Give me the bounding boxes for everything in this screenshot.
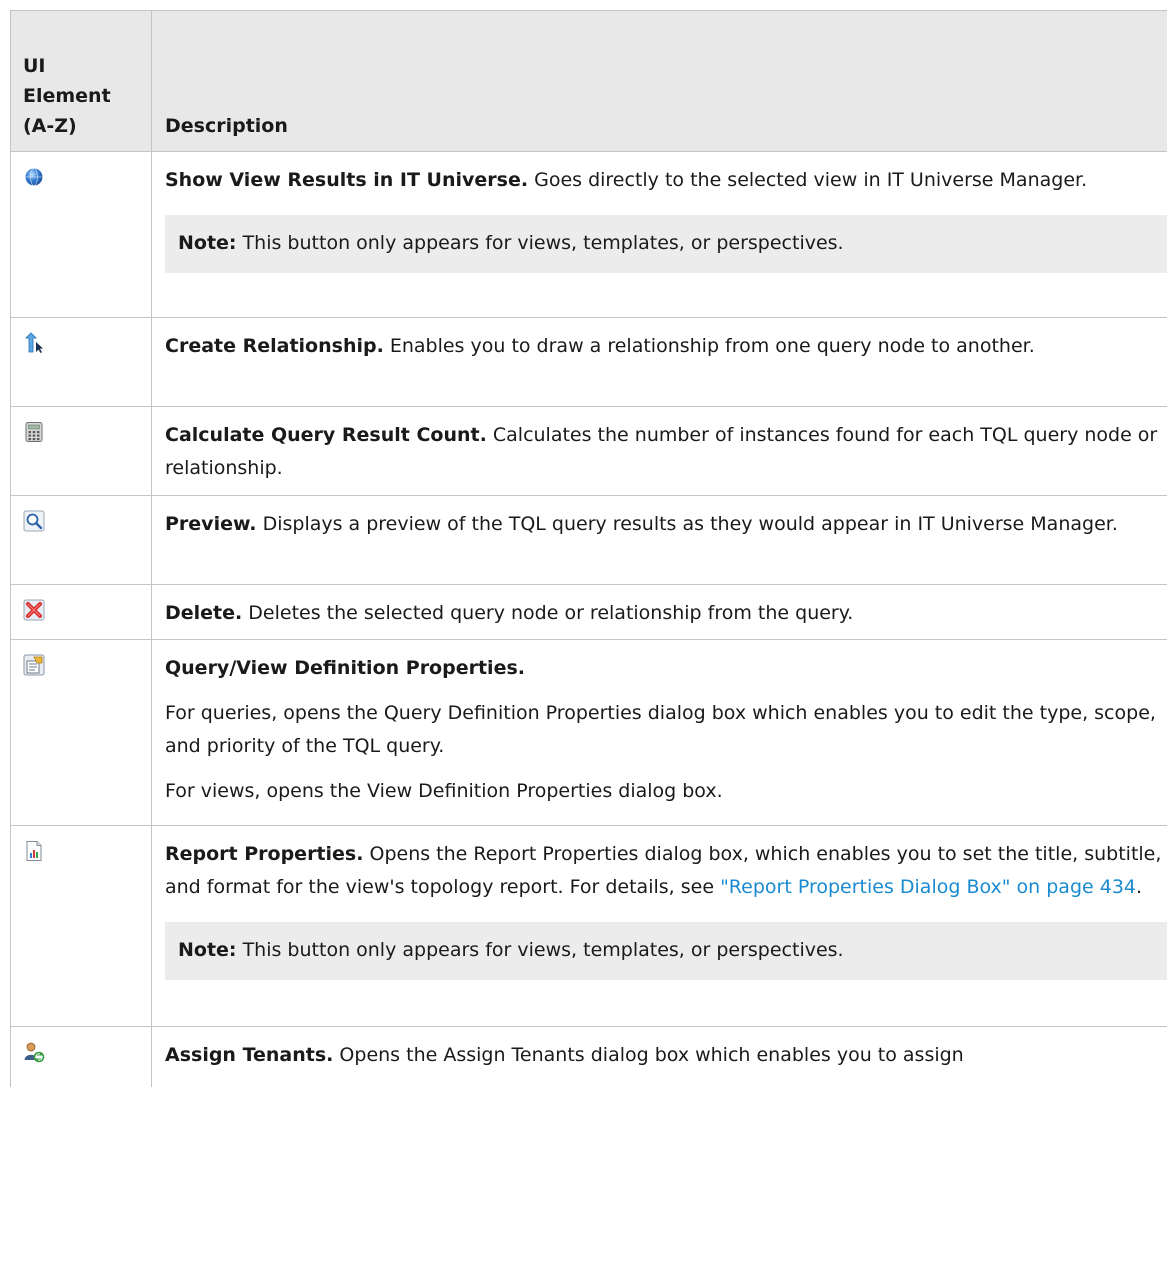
icon-cell — [10, 640, 152, 825]
row-description: Calculate Query Result Count. Calculates… — [165, 419, 1167, 485]
note-label: Note: — [178, 232, 237, 254]
row-description: Delete. Deletes the selected query node … — [165, 597, 1167, 630]
note-box: Note: This button only appears for views… — [165, 922, 1167, 980]
row-title: Create Relationship. — [165, 335, 384, 357]
row-description: Query/View Definition Properties. — [165, 652, 1167, 685]
row-text: Opens the Assign Tenants dialog box whic… — [333, 1044, 964, 1066]
row-paragraph: For views, opens the View Definition Pro… — [165, 780, 723, 802]
note-label: Note: — [178, 939, 237, 961]
report-icon — [26, 841, 42, 861]
row-title: Report Properties. — [165, 843, 364, 865]
note-text: This button only appears for views, temp… — [236, 232, 844, 254]
row-title: Preview. — [165, 513, 257, 535]
icon-cell — [10, 826, 152, 1026]
table-row: Delete. Deletes the selected query node … — [10, 585, 1167, 640]
description-cell: Show View Results in IT Universe. Goes d… — [152, 152, 1167, 317]
header-description-label: Description — [165, 115, 288, 137]
table-row: Calculate Query Result Count. Calculates… — [10, 407, 1167, 496]
header-ui-element: UI Element (A-Z) — [10, 11, 152, 151]
assign-tenants-icon — [24, 1042, 45, 1063]
row-title: Calculate Query Result Count. — [165, 424, 487, 446]
row-description: Show View Results in IT Universe. Goes d… — [165, 164, 1167, 197]
magnifier-icon — [23, 510, 45, 532]
row-title: Show View Results in IT Universe. — [165, 169, 529, 191]
create-relationship-icon — [25, 332, 43, 353]
table-row: Create Relationship. Enables you to draw… — [10, 318, 1167, 407]
table-row: Query/View Definition Properties. For qu… — [10, 640, 1167, 826]
description-cell: Assign Tenants. Opens the Assign Tenants… — [152, 1027, 1167, 1087]
icon-cell — [10, 1027, 152, 1087]
table-header: UI Element (A-Z) Description — [10, 11, 1167, 152]
table-row: Report Properties. Opens the Report Prop… — [10, 826, 1167, 1027]
description-cell: Report Properties. Opens the Report Prop… — [152, 826, 1167, 1026]
row-description: Preview. Displays a preview of the TQL q… — [165, 508, 1167, 541]
row-description: Assign Tenants. Opens the Assign Tenants… — [165, 1039, 1167, 1072]
note-box: Note: This button only appears for views… — [165, 215, 1167, 273]
calculator-icon — [25, 422, 43, 442]
report-properties-link[interactable]: "Report Properties Dialog Box" on page 4… — [720, 876, 1136, 898]
row-text: Displays a preview of the TQL query resu… — [256, 513, 1118, 535]
header-ui-element-line2: Element — [23, 85, 111, 107]
table-row: Show View Results in IT Universe. Goes d… — [10, 152, 1167, 318]
delete-icon — [23, 599, 45, 621]
note-text: This button only appears for views, temp… — [236, 939, 844, 961]
row-text: Enables you to draw a relationship from … — [383, 335, 1035, 357]
description-cell: Preview. Displays a preview of the TQL q… — [152, 496, 1167, 584]
icon-cell — [10, 318, 152, 406]
row-title: Assign Tenants. — [165, 1044, 334, 1066]
row-description: Report Properties. Opens the Report Prop… — [165, 838, 1167, 904]
description-cell: Delete. Deletes the selected query node … — [152, 585, 1167, 639]
icon-cell — [10, 407, 152, 495]
ui-elements-table: UI Element (A-Z) Description Show View R… — [10, 10, 1167, 1087]
icon-cell — [10, 152, 152, 317]
row-text: Deletes the selected query node or relat… — [242, 602, 854, 624]
header-ui-element-line3: (A-Z) — [23, 115, 77, 137]
description-cell: Calculate Query Result Count. Calculates… — [152, 407, 1167, 495]
properties-icon — [23, 654, 45, 676]
row-title: Delete. — [165, 602, 243, 624]
row-title: Query/View Definition Properties. — [165, 657, 525, 679]
globe-icon — [25, 168, 43, 186]
row-text: Goes directly to the selected view in IT… — [528, 169, 1088, 191]
description-cell: Query/View Definition Properties. For qu… — [152, 640, 1167, 825]
row-description: Create Relationship. Enables you to draw… — [165, 330, 1167, 363]
table-row: Assign Tenants. Opens the Assign Tenants… — [10, 1027, 1167, 1087]
header-ui-element-line1: UI — [23, 55, 46, 77]
header-description: Description — [152, 11, 1167, 151]
row-paragraph: For queries, opens the Query Definition … — [165, 702, 1156, 757]
description-cell: Create Relationship. Enables you to draw… — [152, 318, 1167, 406]
icon-cell — [10, 496, 152, 584]
row-text-end: . — [1136, 876, 1143, 898]
table-row: Preview. Displays a preview of the TQL q… — [10, 496, 1167, 585]
icon-cell — [10, 585, 152, 639]
